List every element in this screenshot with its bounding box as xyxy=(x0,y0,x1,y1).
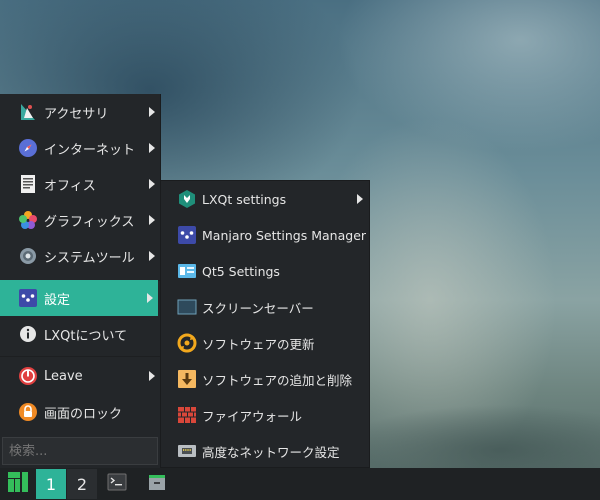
network-settings-icon xyxy=(177,441,197,461)
submenu-item-label: Qt5 Settings xyxy=(202,263,280,279)
menu-item-lock-screen[interactable]: 画面のロック xyxy=(0,394,160,430)
menu-item-label: Leave xyxy=(44,368,83,384)
submenu-item-label: LXQt settings xyxy=(202,191,287,207)
submenu-item-screensaver[interactable]: スクリーンセーバー xyxy=(161,289,369,325)
menu-item-internet[interactable]: インターネット xyxy=(0,130,160,166)
menu-item-label: 画面のロック xyxy=(44,406,123,422)
desktop-switch-1[interactable]: 1 xyxy=(36,469,66,499)
submenu-item-advanced-network-settings[interactable]: 高度なネットワーク設定 xyxy=(161,433,369,469)
menu-search-input[interactable] xyxy=(2,437,158,465)
compass-icon xyxy=(18,138,38,158)
menu-item-label: 設定 xyxy=(44,292,71,308)
menu-item-system-tools[interactable]: システムツール xyxy=(0,238,160,274)
submenu-item-software-update[interactable]: ソフトウェアの更新 xyxy=(161,325,369,361)
menu-separator xyxy=(0,356,160,357)
submenu-arrow-icon xyxy=(149,215,155,225)
qt5-settings-icon xyxy=(177,261,197,281)
submenu-item-label: ファイアウォール xyxy=(202,408,303,424)
submenu-item-label: 高度なネットワーク設定 xyxy=(202,444,340,460)
gear-icon xyxy=(18,246,38,266)
lock-icon xyxy=(18,402,38,422)
info-icon xyxy=(18,324,38,344)
add-remove-software-icon xyxy=(177,369,197,389)
application-menu-button[interactable] xyxy=(2,468,34,500)
firewall-icon xyxy=(177,405,197,425)
submenu-arrow-icon xyxy=(149,251,155,261)
graphics-icon xyxy=(18,210,38,230)
submenu-arrow-icon xyxy=(149,107,155,117)
terminal-icon xyxy=(107,472,127,496)
submenu-item-add-remove-software[interactable]: ソフトウェアの追加と削除 xyxy=(161,361,369,397)
menu-item-label: グラフィックス xyxy=(44,214,135,230)
power-icon xyxy=(18,366,38,386)
submenu-item-firewall[interactable]: ファイアウォール xyxy=(161,397,369,433)
terminal-launcher[interactable] xyxy=(104,468,130,500)
settings-submenu: LXQt settings Manjaro Settings Manager Q… xyxy=(160,180,370,468)
submenu-item-label: スクリーンセーバー xyxy=(202,300,314,316)
submenu-item-qt5-settings[interactable]: Qt5 Settings xyxy=(161,253,369,289)
lxqt-settings-icon xyxy=(177,189,197,209)
submenu-item-label: ソフトウェアの追加と削除 xyxy=(202,372,353,388)
menu-item-label: LXQtについて xyxy=(44,328,128,344)
menu-item-accessories[interactable]: アクセサリ xyxy=(0,94,160,130)
software-update-icon xyxy=(177,333,197,353)
settings-icon xyxy=(18,288,38,308)
menu-item-about-lxqt[interactable]: LXQtについて xyxy=(0,316,160,352)
application-menu: アクセサリ インターネット オフィス グラフィックス システムツール 設定 LX… xyxy=(0,94,161,468)
menu-item-label: オフィス xyxy=(44,178,96,194)
menu-item-label: システムツール xyxy=(44,250,135,266)
submenu-arrow-icon xyxy=(357,194,363,204)
submenu-arrow-icon xyxy=(149,371,155,381)
submenu-arrow-icon xyxy=(149,143,155,153)
menu-item-label: インターネット xyxy=(44,142,136,158)
file-manager-icon xyxy=(147,472,167,496)
submenu-item-label: Manjaro Settings Manager xyxy=(202,227,367,243)
menu-item-leave[interactable]: Leave xyxy=(0,358,160,394)
manjaro-settings-icon xyxy=(177,225,197,245)
manjaro-logo-icon xyxy=(7,471,29,497)
document-icon xyxy=(18,174,38,194)
desktop-number: 2 xyxy=(76,474,88,494)
menu-item-graphics[interactable]: グラフィックス xyxy=(0,202,160,238)
menu-item-label: アクセサリ xyxy=(44,106,109,122)
menu-item-settings[interactable]: 設定 xyxy=(0,280,158,316)
desktop-number: 1 xyxy=(45,474,57,494)
screensaver-icon xyxy=(177,297,197,317)
submenu-item-label: ソフトウェアの更新 xyxy=(202,336,315,352)
submenu-item-manjaro-settings-manager[interactable]: Manjaro Settings Manager xyxy=(161,217,369,253)
desktop-switch-2[interactable]: 2 xyxy=(67,469,97,499)
taskbar-panel: 1 2 xyxy=(0,468,600,500)
menu-item-office[interactable]: オフィス xyxy=(0,166,160,202)
submenu-item-lxqt-settings[interactable]: LXQt settings xyxy=(161,181,369,217)
submenu-arrow-icon xyxy=(149,179,155,189)
file-manager-launcher[interactable] xyxy=(145,468,169,500)
accessories-icon xyxy=(18,102,38,122)
submenu-arrow-icon xyxy=(147,293,153,303)
